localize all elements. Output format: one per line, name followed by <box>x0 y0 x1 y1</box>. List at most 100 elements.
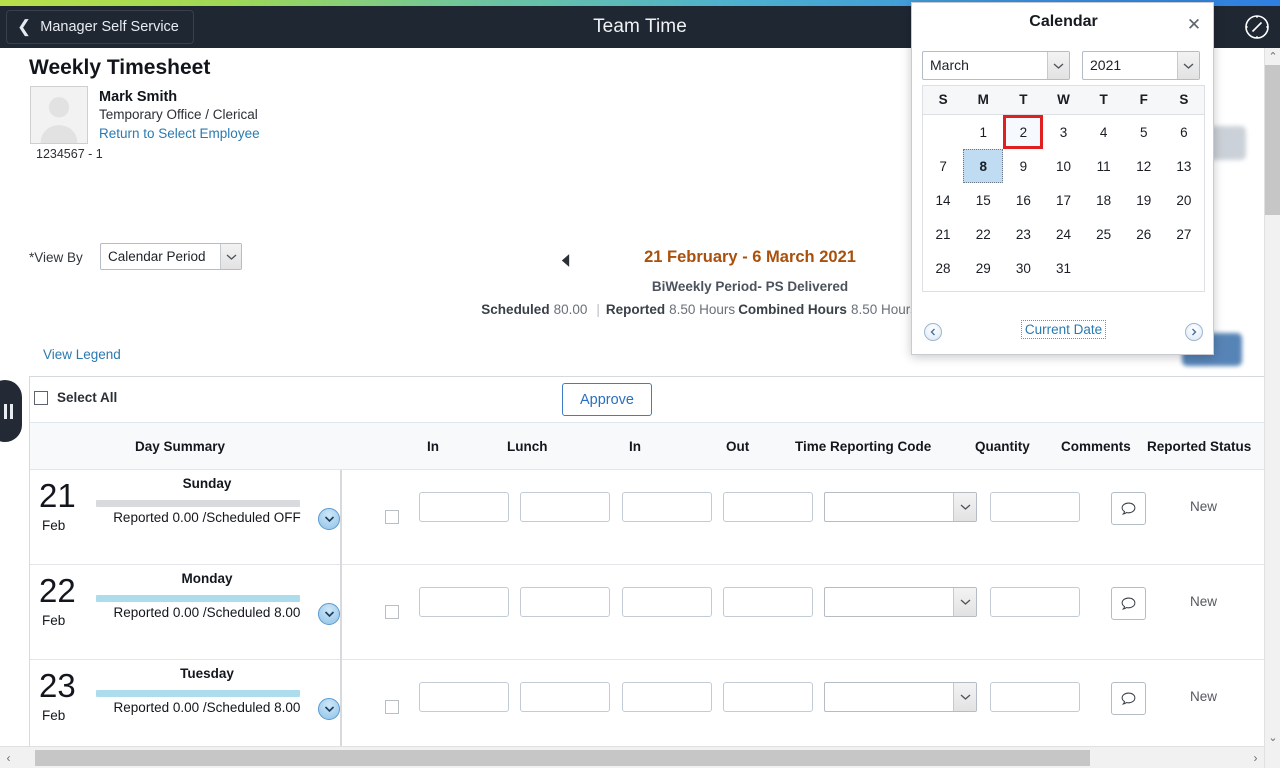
calendar-day-26[interactable]: 26 <box>1124 217 1164 251</box>
collapse-panel-handle[interactable] <box>0 380 22 442</box>
calendar-day-25[interactable]: 25 <box>1084 217 1124 251</box>
horizontal-scroll-thumb[interactable] <box>35 749 1090 766</box>
calendar-selectors: JanuaryFebruaryMarchAprilMayJuneJulyAugu… <box>922 51 1200 80</box>
calendar-day-4[interactable]: 4 <box>1084 115 1124 149</box>
column-header-reported-status: Reported Status <box>1147 439 1252 454</box>
comment-bubble-icon-row-1[interactable] <box>1111 492 1146 525</box>
header-actions <box>1244 14 1270 40</box>
calendar-day-15[interactable]: 15 <box>963 183 1003 217</box>
row-select-checkbox-row-2[interactable] <box>385 605 399 619</box>
time-input-in-1-row-3[interactable] <box>419 682 509 712</box>
calendar-day-12[interactable]: 12 <box>1124 149 1164 183</box>
calendar-day-13[interactable]: 13 <box>1164 149 1204 183</box>
calendar-popup: Calendar ✕ JanuaryFebruaryMarchAprilMayJ… <box>911 2 1214 355</box>
calendar-day-19[interactable]: 19 <box>1124 183 1164 217</box>
calendar-day-9[interactable]: 9 <box>1003 149 1043 183</box>
row-select-checkbox-row-3[interactable] <box>385 700 399 714</box>
calendar-day-7[interactable]: 7 <box>923 149 963 183</box>
expand-day-button-row-1[interactable] <box>318 508 340 530</box>
time-reporting-code-select-row-2[interactable] <box>824 587 977 617</box>
reported-value: 8.50 Hours <box>669 302 736 317</box>
calendar-day-22[interactable]: 22 <box>963 217 1003 251</box>
calendar-day-30[interactable]: 30 <box>1003 251 1043 285</box>
user-avatar-icon <box>30 86 88 144</box>
calendar-empty-cell <box>1084 251 1124 285</box>
day-month: Feb <box>42 613 66 628</box>
scroll-right-arrow-icon[interactable]: › <box>1247 747 1264 768</box>
quantity-input-row-1[interactable] <box>990 492 1080 522</box>
comment-bubble-icon-row-2[interactable] <box>1111 587 1146 620</box>
vertical-scrollbar[interactable]: ⌃ ⌄ <box>1264 48 1280 768</box>
calendar-day-14[interactable]: 14 <box>923 183 963 217</box>
calendar-day-16[interactable]: 16 <box>1003 183 1043 217</box>
scroll-up-arrow-icon[interactable]: ⌃ <box>1265 48 1280 65</box>
calendar-day-27[interactable]: 27 <box>1164 217 1204 251</box>
calendar-day-24[interactable]: 24 <box>1043 217 1083 251</box>
time-input-lunch-row-2[interactable] <box>520 587 610 617</box>
approve-button[interactable]: Approve <box>562 383 652 416</box>
calendar-day-20[interactable]: 20 <box>1164 183 1204 217</box>
calendar-day-17[interactable]: 17 <box>1043 183 1083 217</box>
quantity-input-row-3[interactable] <box>990 682 1080 712</box>
quantity-input-row-2[interactable] <box>990 587 1080 617</box>
view-by-select[interactable]: Calendar PeriodDayWeek <box>100 243 242 270</box>
view-legend-link[interactable]: View Legend <box>43 347 121 362</box>
calendar-day-21[interactable]: 21 <box>923 217 963 251</box>
time-input-out-row-3[interactable] <box>723 682 813 712</box>
time-reporting-code-select-row-3[interactable] <box>824 682 977 712</box>
time-input-out-row-2[interactable] <box>723 587 813 617</box>
time-input-out-row-1[interactable] <box>723 492 813 522</box>
reported-status-row-2: New <box>1190 594 1218 609</box>
period-range: 21 February - 6 March 2021 <box>644 248 856 266</box>
calendar-day-8[interactable]: 8 <box>963 149 1004 183</box>
calendar-day-29[interactable]: 29 <box>963 251 1003 285</box>
time-input-in-2-row-2[interactable] <box>622 587 712 617</box>
calendar-day-3[interactable]: 3 <box>1043 115 1083 149</box>
time-reporting-code-wrapper-row-1 <box>824 492 977 522</box>
calendar-day-31[interactable]: 31 <box>1043 251 1083 285</box>
row-select-checkbox-row-1[interactable] <box>385 510 399 524</box>
view-by-select-wrapper: Calendar PeriodDayWeek <box>100 243 242 270</box>
horizontal-scrollbar[interactable]: ‹ › <box>0 746 1264 768</box>
table-row: 23 Feb Tuesday Reported 0.00 /Scheduled 8.0… <box>30 660 1264 755</box>
calendar-month-select[interactable]: JanuaryFebruaryMarchAprilMayJuneJulyAugu… <box>922 51 1070 80</box>
time-input-lunch-row-1[interactable] <box>520 492 610 522</box>
compass-icon[interactable] <box>1244 14 1270 40</box>
time-input-in-2-row-3[interactable] <box>622 682 712 712</box>
time-input-in-2-row-1[interactable] <box>622 492 712 522</box>
time-input-lunch-row-3[interactable] <box>520 682 610 712</box>
horizontal-scroll-track[interactable] <box>17 747 1247 768</box>
comment-bubble-icon-row-3[interactable] <box>1111 682 1146 715</box>
calendar-day-10[interactable]: 10 <box>1043 149 1083 183</box>
vertical-scroll-thumb[interactable] <box>1265 65 1280 215</box>
calendar-day-2[interactable]: 2 <box>1003 115 1044 149</box>
expand-day-button-row-3[interactable] <box>318 698 340 720</box>
back-button-label: Manager Self Service <box>40 19 179 35</box>
scroll-down-arrow-icon[interactable]: ⌄ <box>1265 729 1280 746</box>
calendar-day-18[interactable]: 18 <box>1084 183 1124 217</box>
next-month-icon[interactable] <box>1185 323 1203 341</box>
select-all-control[interactable]: Select All <box>34 390 117 405</box>
back-to-manager-self-service-button[interactable]: ❮ Manager Self Service <box>6 10 194 44</box>
previous-period-arrow[interactable] <box>556 251 574 269</box>
current-date-link[interactable]: Current Date <box>912 320 1215 339</box>
column-header-day-summary: Day Summary <box>135 439 226 454</box>
calendar-year-select[interactable]: 20192020202120222023 <box>1082 51 1200 80</box>
time-reporting-code-select-row-1[interactable] <box>824 492 977 522</box>
time-input-in-1-row-2[interactable] <box>419 587 509 617</box>
calendar-day-23[interactable]: 23 <box>1003 217 1043 251</box>
close-icon[interactable]: ✕ <box>1183 13 1205 35</box>
calendar-week-1: 123456 <box>923 115 1204 149</box>
return-to-select-employee-link[interactable]: Return to Select Employee <box>99 124 260 144</box>
calendar-day-11[interactable]: 11 <box>1084 149 1124 183</box>
column-header-in-2: In <box>629 439 641 454</box>
calendar-day-28[interactable]: 28 <box>923 251 963 285</box>
calendar-day-5[interactable]: 5 <box>1124 115 1164 149</box>
time-reporting-code-wrapper-row-2 <box>824 587 977 617</box>
scroll-left-arrow-icon[interactable]: ‹ <box>0 747 17 768</box>
calendar-day-1[interactable]: 1 <box>963 115 1003 149</box>
expand-day-button-row-2[interactable] <box>318 603 340 625</box>
time-input-in-1-row-1[interactable] <box>419 492 509 522</box>
select-all-checkbox[interactable] <box>34 390 48 405</box>
calendar-day-6[interactable]: 6 <box>1164 115 1204 149</box>
